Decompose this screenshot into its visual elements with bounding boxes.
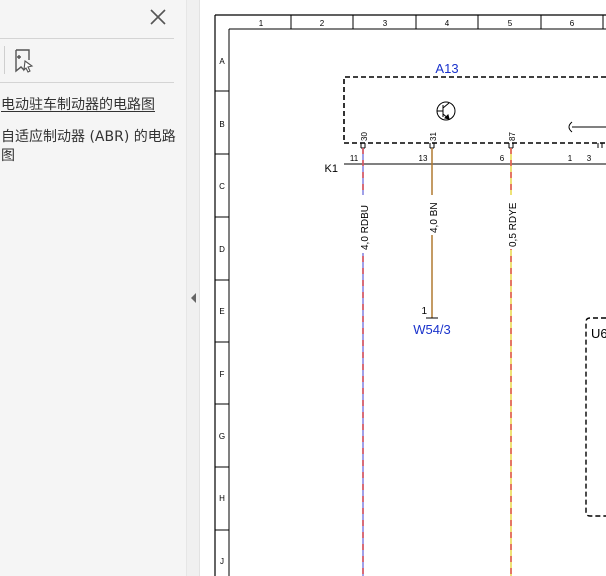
toolbar-separator [4,46,5,74]
row-label: G [219,432,225,441]
bookmarks-panel: 电动驻车制动器的电路图 自适应制动器 (ABR) 的电路图 [0,0,186,576]
ground-pin-label: 1 [421,306,427,317]
connector-pin-label: 1 [568,154,573,163]
row-label: C [219,182,225,191]
row-label: H [219,494,225,503]
transistor-icon [436,101,456,121]
module-pin-label: 31 [429,132,438,141]
wire-label: 0,5 RDYE [508,202,519,247]
close-icon [150,9,166,25]
close-panel-button[interactable] [146,6,170,30]
module-u6-label: U6 [591,326,606,341]
connector-pin-label: 13 [419,154,428,163]
connector-pin-label: 11 [350,154,359,163]
column-label: 1 [259,19,264,28]
column-label: 4 [445,19,450,28]
add-bookmark-button[interactable] [12,48,36,74]
bookmark-item-epb-circuit[interactable]: 电动驻车制动器的电路图 [1,96,181,115]
column-label: 5 [508,19,513,28]
module-pin-label: 87 [508,132,517,141]
circuit-diagram: 1 2 3 4 5 6 A B C D E F G H J A13 30 31 … [214,14,606,576]
ground-point-label: W54/3 [413,322,451,337]
column-label: 2 [320,19,325,28]
column-label: 3 [383,19,388,28]
connector-k1-label: K1 [325,163,338,175]
row-label: J [220,557,224,566]
bookmark-item-abr-circuit[interactable]: 自适应制动器 (ABR) 的电路图 [1,128,181,166]
connector-pin-label: 6 [500,154,505,163]
document-page: 1 2 3 4 5 6 A B C D E F G H J A13 30 31 … [200,0,606,576]
wire-label: 4,0 BN [429,202,440,233]
row-label: B [219,120,224,129]
module-pin-label: 30 [360,132,369,141]
panel-divider [0,82,174,83]
panel-divider [0,38,174,39]
row-label: A [219,57,225,66]
row-label: D [219,245,225,254]
chevron-left-icon [191,293,196,303]
partial-symbol [568,121,573,133]
collapse-panel-button[interactable] [190,290,198,304]
row-label: E [219,307,224,316]
wire-label: 4,0 RDBU [360,205,371,250]
module-a13-boundary [343,76,606,144]
connector-pin-label: 3 [587,154,592,163]
panel-splitter[interactable] [186,0,200,576]
row-label: F [220,370,225,379]
module-a13-label: A13 [435,61,458,76]
column-label: 6 [570,19,575,28]
bookmark-add-icon [15,49,34,73]
module-u6-boundary [585,317,606,517]
